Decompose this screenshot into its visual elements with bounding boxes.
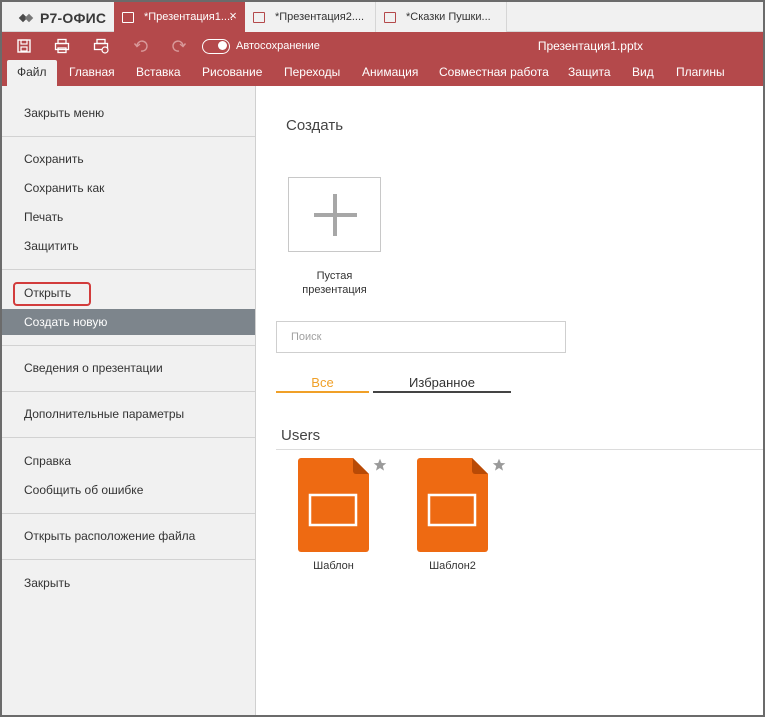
file-menu-info[interactable]: Сведения о презентации (2, 355, 255, 381)
doc-tab-presentation2[interactable]: *Презентация2.... (245, 2, 376, 32)
divider (2, 269, 255, 270)
tab-animation[interactable]: Анимация (352, 60, 428, 86)
template-card[interactable]: Шаблон2 (376, 458, 506, 578)
close-icon[interactable]: × (227, 9, 239, 22)
tab-protection[interactable]: Защита (558, 60, 621, 86)
file-menu-save-as[interactable]: Сохранить как (2, 175, 255, 201)
quick-access-toolbar: Автосохранение Презентация1.pptx (2, 32, 763, 60)
doc-tab-label: *Презентация1.... (144, 11, 234, 23)
autosave-toggle[interactable] (202, 38, 230, 54)
presentation-icon (122, 11, 134, 23)
file-menu-save[interactable]: Сохранить (2, 146, 255, 172)
create-panel: Создать Пустая презентация Все Избранное… (257, 86, 763, 715)
divider (2, 136, 255, 137)
file-menu: Закрыть меню Сохранить Сохранить как Печ… (2, 86, 256, 715)
doc-tab-skazki[interactable]: *Сказки Пушки... (376, 2, 507, 32)
logo-icon (18, 11, 36, 25)
blank-presentation-card[interactable] (288, 177, 381, 252)
file-menu-protect[interactable]: Защитить (2, 233, 255, 259)
template-group-title: Users (281, 427, 321, 444)
quick-print-icon[interactable] (93, 38, 109, 54)
save-icon[interactable] (16, 38, 32, 54)
tab-view[interactable]: Вид (622, 60, 664, 86)
doc-tab-presentation1[interactable]: *Презентация1.... × (114, 2, 245, 32)
tab-transitions[interactable]: Переходы (274, 60, 350, 86)
divider (2, 345, 255, 346)
tab-home[interactable]: Главная (59, 60, 125, 86)
plus-icon-stroke (333, 194, 337, 236)
tab-favorites[interactable]: Избранное (373, 375, 511, 393)
document-title: Презентация1.pptx (537, 39, 643, 53)
redo-icon[interactable] (171, 38, 187, 54)
template-name: Шаблон2 (429, 560, 476, 572)
file-menu-help[interactable]: Справка (2, 448, 255, 474)
presentation-icon (384, 11, 396, 23)
file-menu-print[interactable]: Печать (2, 204, 255, 230)
star-icon[interactable] (492, 458, 506, 472)
doc-tab-label: *Презентация2.... (275, 11, 365, 23)
blank-label-line2: презентация (302, 284, 367, 296)
divider (2, 391, 255, 392)
print-icon[interactable] (54, 38, 70, 54)
presentation-icon (253, 11, 265, 23)
file-menu-create-new[interactable]: Создать новую (2, 309, 255, 335)
file-menu-close-menu[interactable]: Закрыть меню (2, 100, 255, 126)
search-input[interactable] (276, 321, 566, 353)
autosave-toggle-group[interactable]: Автосохранение (202, 38, 320, 54)
blank-label-line1: Пустая (316, 270, 353, 282)
file-menu-close[interactable]: Закрыть (2, 570, 255, 596)
ribbon-tabs: Файл Главная Вставка Рисование Переходы … (2, 60, 763, 86)
autosave-label: Автосохранение (236, 40, 320, 52)
page-title: Создать (286, 117, 344, 134)
window-tab-bar: Р7-ОФИС *Презентация1.... × *Презентация… (2, 2, 763, 32)
app-window: Р7-ОФИС *Презентация1.... × *Презентация… (0, 0, 765, 717)
file-menu-report-bug[interactable]: Сообщить об ошибке (2, 477, 255, 503)
logo-text: Р7-ОФИС (40, 10, 107, 26)
divider (2, 513, 255, 514)
open-highlight-outline (13, 282, 91, 306)
undo-icon[interactable] (133, 38, 149, 54)
file-menu-open-location[interactable]: Открыть расположение файла (2, 523, 255, 549)
divider (2, 559, 255, 560)
divider (276, 449, 763, 450)
tab-draw[interactable]: Рисование (192, 60, 272, 86)
tab-insert[interactable]: Вставка (126, 60, 191, 86)
app-logo: Р7-ОФИС (18, 9, 107, 27)
tab-collaboration[interactable]: Совместная работа (429, 60, 559, 86)
presentation-file-icon (298, 458, 369, 552)
doc-tab-label: *Сказки Пушки... (406, 11, 491, 23)
divider (2, 437, 255, 438)
tab-file[interactable]: Файл (7, 60, 57, 86)
template-card[interactable]: Шаблон (257, 458, 387, 578)
file-menu-advanced[interactable]: Дополнительные параметры (2, 401, 255, 427)
presentation-file-icon (417, 458, 488, 552)
tab-all[interactable]: Все (276, 375, 369, 393)
blank-presentation-label: Пустая презентация (277, 269, 392, 297)
tab-plugins[interactable]: Плагины (666, 60, 735, 86)
